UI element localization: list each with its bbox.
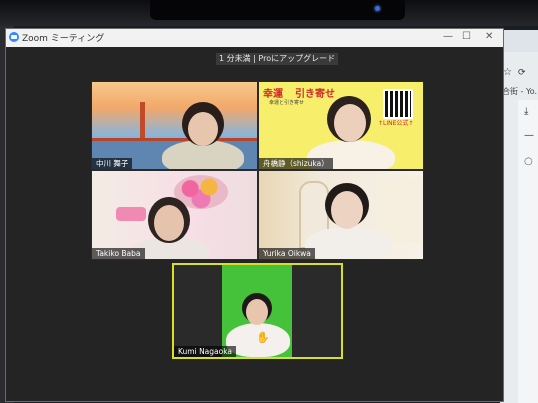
panel-circle-icon[interactable]: ○	[524, 156, 533, 167]
line-label: ↑LINE公式↑	[378, 120, 414, 127]
virtual-bg-text: 幸運と引き寄せ	[269, 100, 305, 106]
participant-face	[334, 104, 366, 142]
browser-side-panel	[518, 100, 538, 403]
browser-tabstrip	[500, 30, 538, 52]
webcam-housing	[150, 0, 405, 20]
download-icon[interactable]: ⤓	[524, 106, 528, 117]
titlebar: Zoom ミーティング — ☐ ✕	[6, 29, 503, 47]
webcam-light-icon	[375, 6, 380, 11]
browser-tab-title[interactable]: 合街 - Yo...	[502, 86, 538, 97]
participant-face	[188, 112, 218, 146]
star-icon[interactable]: ☆	[503, 67, 512, 78]
virtual-bg-heading-2: 引き寄せ	[295, 89, 335, 100]
participant-name: Kumi Nagaoka	[174, 346, 237, 357]
participant-name: Yurika Oikwa	[259, 248, 315, 259]
participant-name: 中川 舞子	[92, 158, 133, 169]
participant-face	[331, 191, 363, 229]
zoom-window: Zoom ミーティング — ☐ ✕ 1 分未満 | Proにアップグレード 中川…	[5, 28, 504, 402]
participant-name: 舟橋静（shizuka）	[259, 158, 333, 169]
video-tile-4[interactable]: Yurika Oikwa	[258, 170, 424, 260]
cake	[116, 207, 146, 221]
video-tile-active-speaker[interactable]: ✋ Kumi Nagaoka	[172, 263, 343, 359]
panel-line-icon[interactable]: —	[524, 130, 534, 141]
participant-name: Takiko Baba	[92, 248, 145, 259]
close-icon[interactable]: ✕	[485, 31, 493, 42]
zoom-logo-icon	[9, 32, 19, 42]
video-tile-3[interactable]: Takiko Baba	[91, 170, 258, 260]
participant-face	[154, 205, 184, 241]
video-tile-1[interactable]: 中川 舞子	[91, 81, 258, 170]
upgrade-banner[interactable]: 1 分未満 | Proにアップグレード	[216, 53, 339, 65]
minimize-icon[interactable]: —	[443, 31, 453, 42]
participant-face	[246, 299, 268, 325]
video-tile-2[interactable]: 幸運 引き寄せ 幸運と引き寄せ ↑LINE公式↑ 舟橋静（shizuka）	[258, 81, 424, 170]
maximize-icon[interactable]: ☐	[462, 31, 471, 42]
participant-body	[305, 227, 391, 259]
window-title: Zoom ミーティング	[22, 34, 105, 44]
curtain	[377, 177, 421, 243]
reload-icon[interactable]: ⟳	[518, 68, 526, 78]
qr-code-icon	[383, 89, 413, 119]
waving-hand-icon: ✋	[256, 331, 270, 344]
virtual-bg-heading: 幸運	[263, 89, 283, 100]
